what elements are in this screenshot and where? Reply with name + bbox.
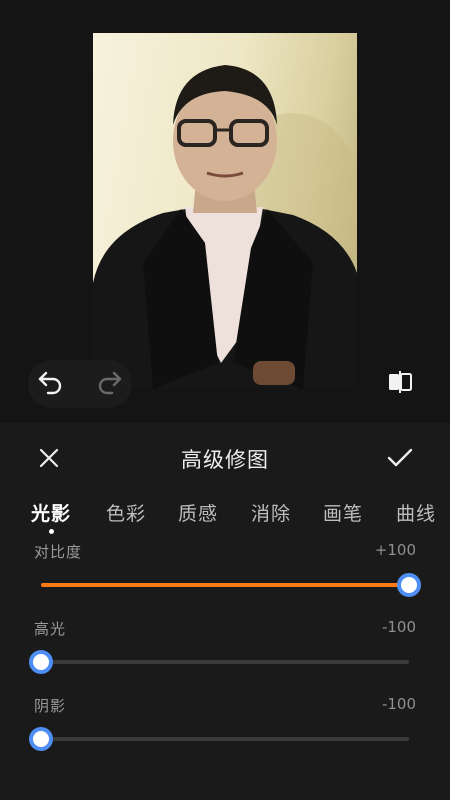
shadows-value: -100 — [381, 695, 416, 713]
tool-tabs: 光影 色彩 质感 消除 画笔 曲线 — [0, 499, 450, 529]
shadows-slider-row: 阴影 -100 — [0, 695, 450, 765]
contrast-slider-row: 对比度 +100 — [0, 541, 450, 611]
edited-photo — [93, 33, 357, 389]
panel-header: 高级修图 — [0, 423, 450, 495]
compare-split-icon — [386, 368, 414, 400]
tab-texture[interactable]: 质感 — [178, 499, 218, 526]
shadows-knob[interactable] — [29, 727, 53, 751]
tab-brush[interactable]: 画笔 — [323, 499, 363, 526]
contrast-track-fill — [41, 583, 409, 587]
contrast-value: +100 — [374, 541, 416, 559]
tab-curves[interactable]: 曲线 — [396, 499, 436, 526]
redo-button[interactable] — [90, 364, 130, 404]
shadows-track[interactable] — [41, 737, 409, 741]
tab-remove[interactable]: 消除 — [251, 499, 291, 526]
highlights-value: -100 — [381, 618, 416, 636]
redo-arrow-icon — [96, 368, 124, 400]
contrast-knob[interactable] — [397, 573, 421, 597]
highlights-slider-row: 高光 -100 — [0, 618, 450, 688]
adjustment-panel: 高级修图 光影 色彩 质感 消除 画笔 曲线 对比度 +100 高光 -100 … — [0, 423, 450, 800]
checkmark-icon — [386, 446, 414, 474]
highlights-label: 高光 — [34, 620, 67, 638]
tab-light-shadow[interactable]: 光影 — [31, 499, 71, 526]
compare-button[interactable] — [380, 364, 420, 404]
tab-color[interactable]: 色彩 — [106, 499, 146, 526]
confirm-button[interactable] — [380, 441, 420, 479]
undo-button[interactable] — [30, 364, 70, 404]
contrast-track[interactable] — [41, 583, 409, 587]
shadows-label: 阴影 — [34, 697, 67, 715]
highlights-track[interactable] — [41, 660, 409, 664]
highlights-knob[interactable] — [29, 650, 53, 674]
undo-arrow-icon — [36, 368, 64, 400]
contrast-label: 对比度 — [34, 543, 83, 561]
active-tab-indicator — [49, 529, 54, 534]
photo-preview-area — [0, 0, 450, 423]
